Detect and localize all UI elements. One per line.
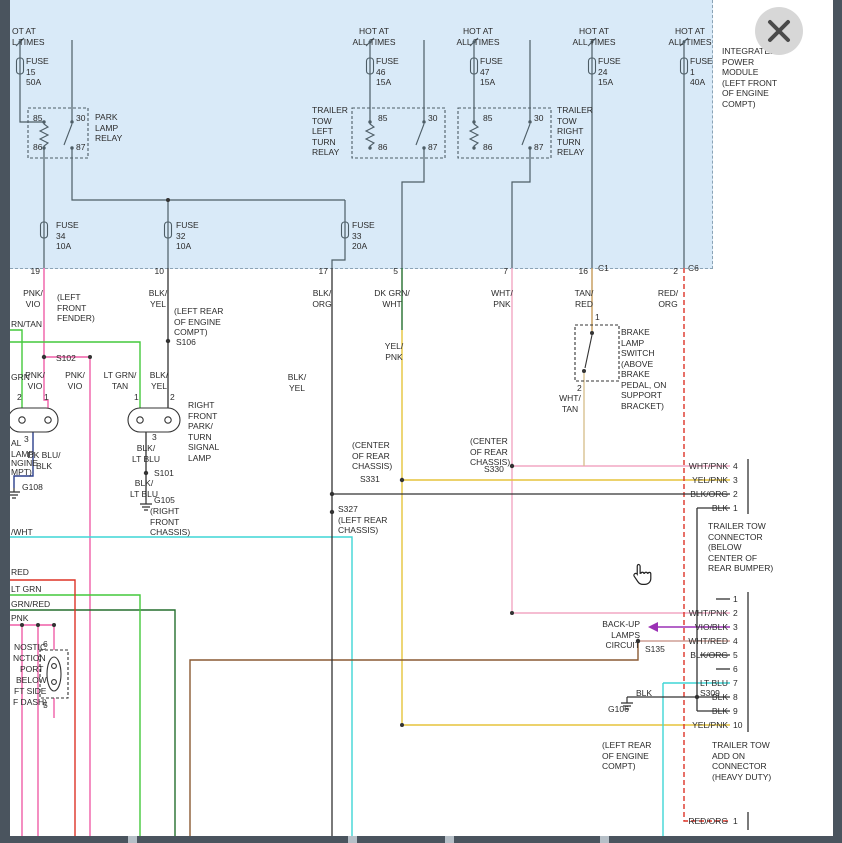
wire-yel-pnk-lines: [402, 330, 730, 725]
wiring-diagram-viewer: OT AT L TIMESHOT AT ALL TIMESHOT AT ALL …: [0, 0, 842, 843]
wire-dk-grn-lines: [10, 268, 402, 836]
left-edge-bar: [0, 0, 10, 843]
right-edge-bar: [833, 0, 842, 843]
wiring-diagram-svg: [0, 0, 842, 843]
bottom-bar-notch: [348, 836, 357, 843]
relay-symbols: [19, 41, 686, 159]
brake-lamp-switch-symbol: [575, 325, 619, 381]
wire-vio-blk-lines: [648, 622, 730, 632]
close-button[interactable]: [755, 7, 803, 55]
wire-lt-blu-lines: [10, 537, 730, 836]
splice-dots: [20, 198, 699, 727]
wire-black-lines: [146, 268, 730, 836]
wire-brown-lines: [190, 641, 638, 836]
ground-symbols: [8, 488, 633, 709]
bottom-bar-notch: [600, 836, 609, 843]
wire-dk-blu-lines: [14, 432, 33, 488]
wire-red-lines: [10, 580, 75, 836]
close-icon: [755, 7, 803, 55]
connector-symbols: [8, 408, 180, 698]
bottom-bar-notch: [128, 836, 137, 843]
wire-red-org-dashed: [684, 268, 730, 821]
bottom-bar-notch: [445, 836, 454, 843]
